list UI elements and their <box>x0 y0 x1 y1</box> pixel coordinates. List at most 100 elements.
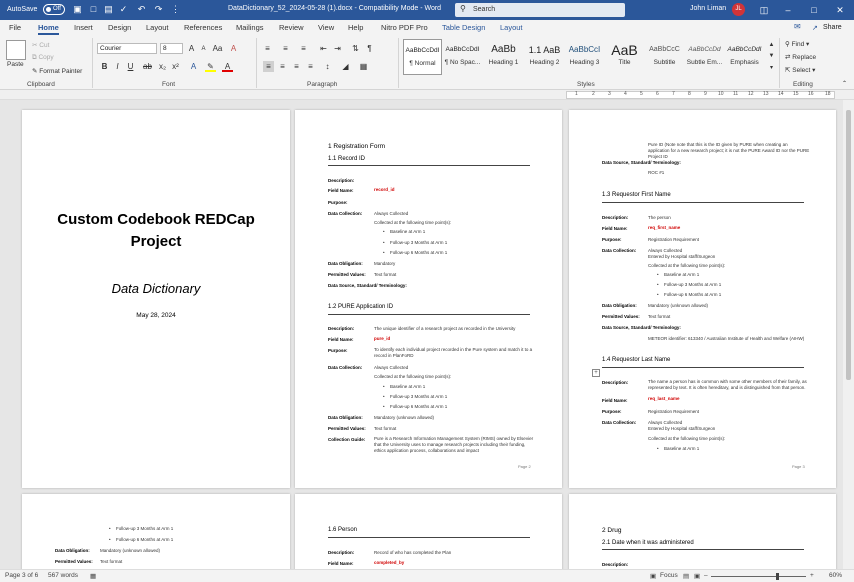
tab-review[interactable]: Review <box>279 23 304 32</box>
search-box[interactable]: ⚲ Search <box>455 3 625 17</box>
font-color-icon[interactable]: A <box>222 61 233 72</box>
zoom-level[interactable]: 60% <box>829 572 842 579</box>
style-heading-3[interactable]: AaBbCcI Heading 3 <box>565 39 604 75</box>
format-painter-button[interactable]: ✎ Format Painter <box>32 67 82 75</box>
zoom-out-icon[interactable]: – <box>704 572 708 579</box>
tab-view[interactable]: View <box>318 23 334 32</box>
comments-icon[interactable]: ✉ <box>794 22 801 31</box>
shrink-font-icon[interactable]: A <box>198 44 209 55</box>
justify-icon[interactable]: ≡ <box>305 61 316 72</box>
table-move-handle-icon[interactable]: + <box>592 369 600 377</box>
paste-button[interactable]: Paste <box>7 61 24 68</box>
multilevel-list-icon[interactable]: ≡ <box>298 43 309 54</box>
style-heading-2[interactable]: 1.1 AaB Heading 2 <box>525 39 564 75</box>
find-button[interactable]: ⚲ Find ▾ <box>785 40 809 48</box>
collapse-ribbon-icon[interactable]: ⌃ <box>842 80 847 87</box>
print-icon[interactable]: ▤ <box>103 4 114 15</box>
styles-scroll-down-icon[interactable]: ▼ <box>766 51 777 62</box>
sort-icon[interactable]: ⇅ <box>350 43 361 54</box>
read-mode-icon[interactable]: ▤ <box>683 572 689 580</box>
page-5[interactable]: 1.6 Person Description: Record of who ha… <box>295 494 562 569</box>
tab-nitro[interactable]: Nitro PDF Pro <box>381 23 428 32</box>
close-icon[interactable]: ✕ <box>828 0 852 20</box>
avatar[interactable]: JL <box>732 3 745 16</box>
share-button[interactable]: Share <box>823 24 842 31</box>
page-count[interactable]: Page 3 of 6 <box>5 572 38 579</box>
tab-references[interactable]: References <box>184 23 222 32</box>
tab-home[interactable]: Home <box>38 23 59 35</box>
numbering-icon[interactable]: ≡ <box>280 43 291 54</box>
cut-button[interactable]: ✂ Cut <box>32 41 49 49</box>
line-spacing-icon[interactable]: ↕ <box>322 61 333 72</box>
quick-access-more-icon[interactable]: ⋮ <box>170 4 181 15</box>
italic-button[interactable]: I <box>112 61 123 72</box>
font-size-select[interactable]: 8 <box>160 43 183 54</box>
scrollbar-thumb[interactable] <box>846 110 851 380</box>
tab-mailings[interactable]: Mailings <box>236 23 264 32</box>
tab-help[interactable]: Help <box>348 23 363 32</box>
change-case-icon[interactable]: Aa <box>212 43 223 54</box>
replace-button[interactable]: ⇄ Replace <box>785 53 816 61</box>
shading-icon[interactable]: ◢ <box>340 61 351 72</box>
vertical-scrollbar[interactable] <box>843 100 854 569</box>
zoom-slider-knob[interactable] <box>776 573 779 580</box>
style-subtle-emphasis[interactable]: AaBbCcDd Subtle Em... <box>685 39 724 75</box>
page-4[interactable]: Follow-up 3 Months at Arm 1 Follow-up 6 … <box>22 494 290 569</box>
page-2[interactable]: 1 Registration Form 1.1 Record ID Descri… <box>295 110 562 488</box>
styles-scroll-up-icon[interactable]: ▲ <box>766 40 777 51</box>
underline-button[interactable]: U <box>125 61 136 72</box>
page-3[interactable]: Pure ID (Note note that this is the ID g… <box>569 110 836 488</box>
tab-file[interactable]: File <box>9 23 21 32</box>
paste-icon[interactable] <box>6 40 26 60</box>
page-6[interactable]: 2 Drug 2.1 Date when it was administered… <box>569 494 836 569</box>
tab-layout[interactable]: Layout <box>146 23 169 32</box>
ribbon-display-icon[interactable]: ◫ <box>752 0 776 20</box>
bullets-icon[interactable]: ≡ <box>262 43 273 54</box>
align-right-icon[interactable]: ≡ <box>291 61 302 72</box>
highlight-icon[interactable]: ✎ <box>205 61 216 72</box>
align-left-icon[interactable]: ≡ <box>263 61 274 72</box>
redo-icon[interactable]: ↷ <box>153 4 164 15</box>
styles-more-icon[interactable]: ▾ <box>766 63 777 74</box>
style-title[interactable]: AaB Title <box>605 39 644 75</box>
undo-icon[interactable]: ↶ <box>136 4 147 15</box>
tab-design[interactable]: Design <box>108 23 131 32</box>
font-name-select[interactable]: Courier <box>97 43 157 54</box>
show-marks-icon[interactable]: ¶ <box>364 43 375 54</box>
superscript-icon[interactable]: x² <box>170 61 181 72</box>
focus-button[interactable]: Focus <box>660 572 678 579</box>
text-effects-icon[interactable]: A <box>188 61 199 72</box>
page-cover[interactable]: Custom Codebook REDCap Project Data Dict… <box>22 110 290 488</box>
tab-table-layout[interactable]: Layout <box>500 23 523 32</box>
document-area[interactable]: Custom Codebook REDCap Project Data Dict… <box>0 100 843 569</box>
autosave-toggle[interactable]: Off <box>43 4 65 15</box>
spelling-icon[interactable]: ✓ <box>118 4 129 15</box>
increase-indent-icon[interactable]: ⇥ <box>332 43 343 54</box>
grow-font-icon[interactable]: A <box>186 43 197 54</box>
borders-icon[interactable]: ▦ <box>358 61 369 72</box>
print-layout-icon[interactable]: ▣ <box>694 572 700 580</box>
save-icon[interactable]: ▣ <box>72 4 83 15</box>
tab-insert[interactable]: Insert <box>74 23 93 32</box>
zoom-slider[interactable] <box>711 576 806 577</box>
style-subtitle[interactable]: AaBbCcC Subtitle <box>645 39 684 75</box>
tab-table-design[interactable]: Table Design <box>442 23 485 32</box>
style-heading-1[interactable]: AaBb Heading 1 <box>484 39 523 75</box>
align-center-icon[interactable]: ≡ <box>277 61 288 72</box>
select-button[interactable]: ⇱ Select ▾ <box>785 66 815 74</box>
bold-button[interactable]: B <box>99 61 110 72</box>
maximize-icon[interactable]: □ <box>802 0 826 20</box>
minimize-icon[interactable]: – <box>776 0 800 20</box>
copy-button[interactable]: ⧉ Copy <box>32 54 54 62</box>
decrease-indent-icon[interactable]: ⇤ <box>318 43 329 54</box>
strikethrough-icon[interactable]: ab <box>142 61 153 72</box>
style-emphasis[interactable]: AaBbCcDdI Emphasis <box>725 39 764 75</box>
clear-format-icon[interactable]: A <box>228 43 239 54</box>
style-normal[interactable]: AaBbCcDdI ¶ Normal <box>403 39 442 75</box>
word-count[interactable]: 567 words <box>48 572 78 579</box>
zoom-in-icon[interactable]: + <box>810 572 814 579</box>
new-doc-icon[interactable]: □ <box>88 4 99 15</box>
user-name[interactable]: John Liman <box>690 5 726 12</box>
style-no-spacing[interactable]: AaBbCcDdI ¶ No Spac... <box>443 39 482 75</box>
proofing-icon[interactable]: ▦ <box>90 572 96 580</box>
